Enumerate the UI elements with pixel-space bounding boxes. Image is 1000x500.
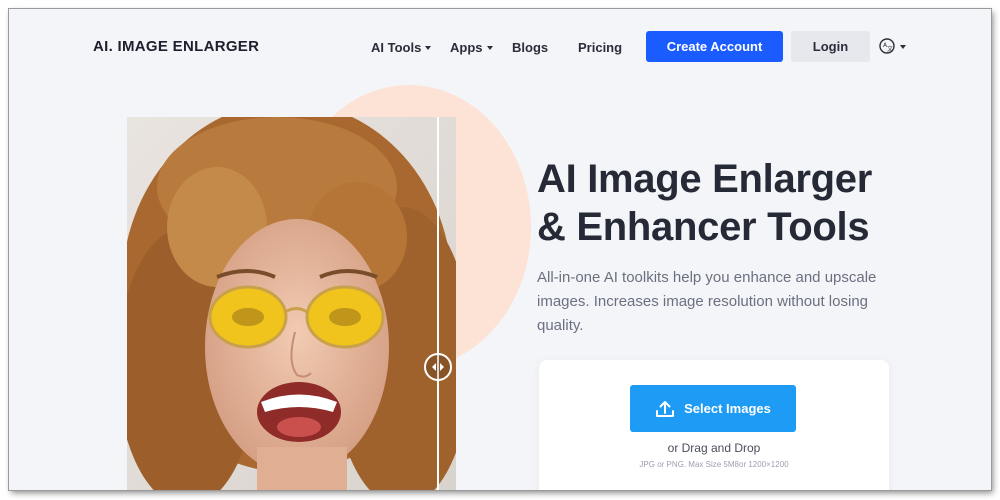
select-images-label: Select Images bbox=[684, 401, 771, 416]
hero-subtitle: All-in-one AI toolkits help you enhance … bbox=[537, 269, 877, 334]
nav-ai-tools-label: AI Tools bbox=[371, 40, 422, 55]
create-account-button[interactable]: Create Account bbox=[646, 31, 783, 62]
nav-pricing-label: Pricing bbox=[578, 40, 623, 55]
upload-card[interactable]: Select Images or Drag and Drop JPG or PN… bbox=[539, 360, 889, 490]
file-hint-text: JPG or PNG. Max Size 5M8or 1200×1200 bbox=[639, 460, 789, 469]
browser-frame: AI. IMAGE ENLARGER AI Tools Apps Blogs P… bbox=[9, 9, 991, 490]
chevron-down-icon bbox=[900, 44, 906, 49]
chevron-down-icon bbox=[486, 46, 493, 50]
chevron-down-icon bbox=[425, 46, 432, 50]
nav-apps[interactable]: Apps bbox=[450, 40, 493, 55]
comparison-divider[interactable] bbox=[437, 117, 439, 490]
drag-drop-text: or Drag and Drop bbox=[667, 441, 761, 455]
nav-pricing[interactable]: Pricing bbox=[578, 40, 622, 55]
upload-icon bbox=[656, 400, 675, 417]
before-after-comparison[interactable] bbox=[127, 117, 456, 490]
nav-ai-tools[interactable]: AI Tools bbox=[371, 40, 432, 55]
nav-apps-label: Apps bbox=[450, 40, 483, 55]
site-logo[interactable]: AI. IMAGE ENLARGER bbox=[93, 38, 259, 55]
select-images-button[interactable]: Select Images bbox=[630, 385, 796, 432]
nav-blogs-label: Blogs bbox=[512, 40, 549, 55]
nav-blogs[interactable]: Blogs bbox=[512, 40, 548, 55]
hero-title-line2: & Enhancer Tools bbox=[537, 205, 870, 249]
language-selector[interactable]: A 文 bbox=[878, 37, 906, 55]
portrait-image bbox=[127, 117, 456, 490]
comparison-handle[interactable] bbox=[424, 353, 452, 381]
globe-translate-icon: A 文 bbox=[879, 38, 895, 54]
svg-text:文: 文 bbox=[887, 45, 893, 53]
login-button[interactable]: Login bbox=[791, 31, 870, 62]
hero-title: AI Image Enlarger & Enhancer Tools bbox=[537, 155, 937, 251]
left-right-arrows-icon bbox=[432, 363, 444, 371]
hero-title-line1: AI Image Enlarger bbox=[537, 157, 873, 201]
